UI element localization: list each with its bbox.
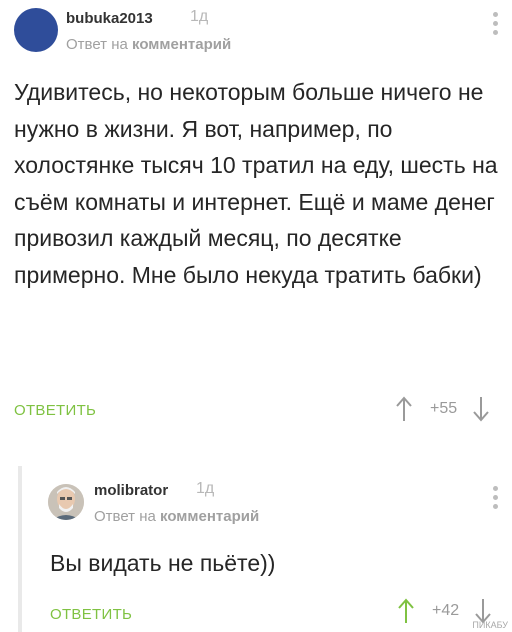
comment-reply-to: Ответ на комментарий (66, 36, 231, 53)
watermark: ПИКАБУ (472, 620, 508, 630)
avatar[interactable] (48, 484, 84, 520)
reply-button[interactable]: ОТВЕТИТЬ (50, 606, 132, 623)
arrow-up-icon[interactable] (398, 598, 414, 624)
thread-line (18, 466, 22, 632)
more-vertical-icon[interactable] (493, 486, 499, 513)
reply-button[interactable]: ОТВЕТИТЬ (14, 402, 96, 419)
vote-count: +42 (432, 602, 460, 619)
reply-username[interactable]: molibrator (94, 482, 168, 499)
comment-username[interactable]: bubuka2013 (66, 10, 153, 27)
comment-time: 1д (190, 8, 209, 25)
reply-to-prefix: Ответ на (66, 36, 128, 53)
reply-to-link[interactable]: комментарий (132, 36, 231, 53)
vote-count: +55 (430, 400, 458, 417)
reply-to-link[interactable]: комментарий (160, 508, 259, 525)
avatar[interactable] (14, 8, 58, 52)
arrow-down-icon[interactable] (473, 396, 489, 422)
reply-time: 1д (196, 480, 215, 497)
more-vertical-icon[interactable] (493, 12, 499, 39)
reply-reply-to: Ответ на комментарий (94, 508, 259, 525)
comment-text: Удивитесь, но некоторым больше ничего не… (14, 79, 498, 288)
reply-text: Вы видать не пьёте)) (50, 550, 276, 576)
vote-block: +55 (396, 396, 489, 422)
reply-to-prefix: Ответ на (94, 508, 156, 525)
arrow-up-icon[interactable] (396, 396, 412, 422)
